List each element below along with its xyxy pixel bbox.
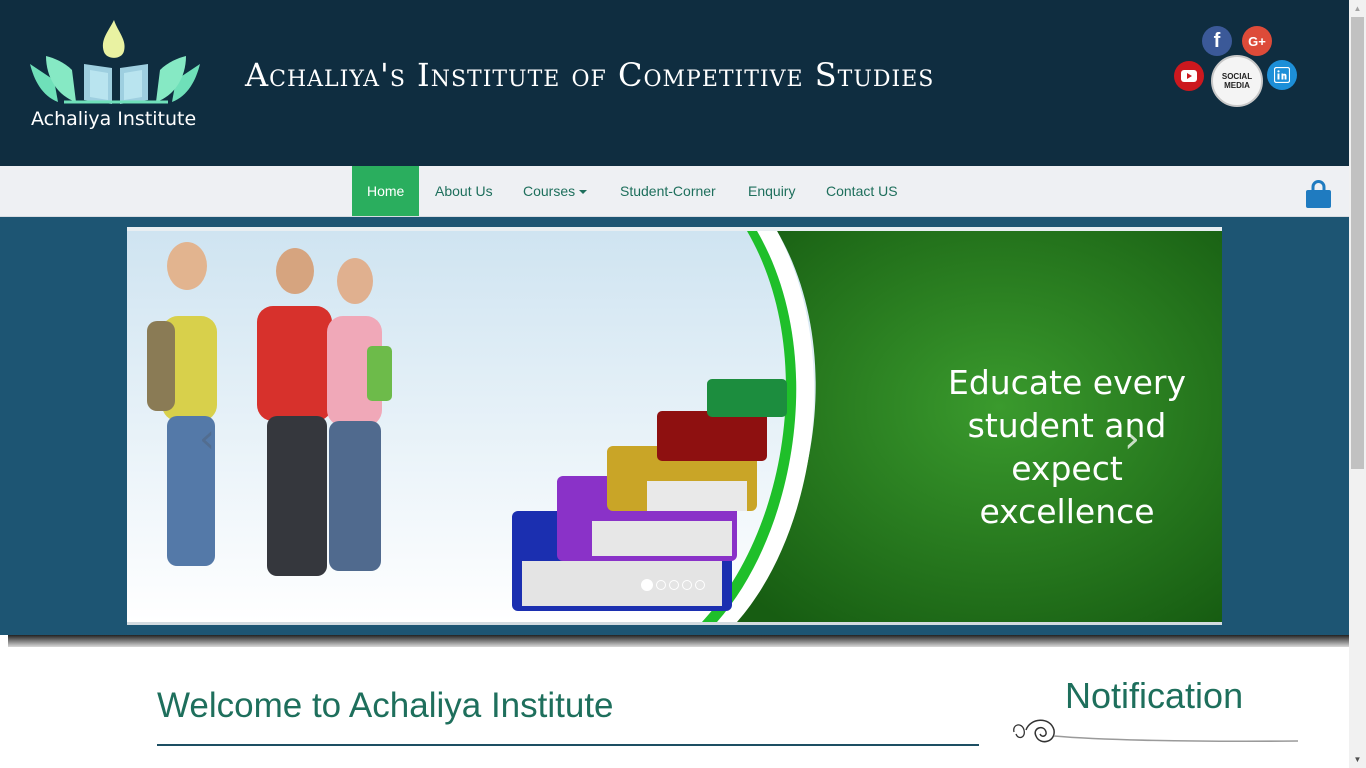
facebook-glyph: f	[1213, 29, 1221, 52]
caret-down-icon	[579, 190, 588, 195]
nav-courses-label: Courses	[523, 183, 576, 199]
scroll-down-icon[interactable]: ▼	[1349, 751, 1366, 768]
nav-contact-us[interactable]: Contact US	[826, 166, 898, 216]
notification-heading: Notification	[1065, 675, 1244, 716]
banner-shadow	[8, 635, 1349, 647]
site-title: Achaliya's Institute of Competitive Stud…	[245, 56, 935, 94]
nav-enquiry[interactable]: Enquiry	[748, 166, 795, 216]
welcome-divider	[157, 744, 979, 746]
nav-courses[interactable]: Courses	[523, 166, 588, 216]
slide-caption: Educate every student and expect excelle…	[947, 363, 1187, 531]
social-media-icon[interactable]: SOCIAL MEDIA	[1211, 55, 1263, 107]
logo-text: Achaliya Institute	[31, 108, 197, 130]
scroll-up-icon[interactable]: ▲	[1349, 0, 1366, 17]
welcome-heading: Welcome to Achaliya Institute	[157, 686, 614, 725]
carousel-dot-4[interactable]	[682, 580, 692, 590]
scrollbar-thumb[interactable]	[1351, 17, 1364, 469]
carousel-dot-2[interactable]	[656, 580, 666, 590]
carousel-dot-5[interactable]	[695, 580, 705, 590]
youtube-icon[interactable]	[1174, 61, 1204, 91]
linkedin-icon[interactable]	[1267, 60, 1297, 90]
social-media-line1: SOCIAL	[1221, 72, 1253, 81]
nav-about-us[interactable]: About Us	[435, 166, 493, 216]
swirl-ornament-icon	[1013, 719, 1299, 743]
carousel-slide[interactable]: Educate every student and expect excelle…	[127, 227, 1222, 625]
carousel-prev-icon[interactable]: ‹	[199, 416, 215, 462]
nav-student-corner[interactable]: Student-Corner	[620, 166, 716, 216]
main-nav: Home About Us Courses Student-Corner Enq…	[0, 166, 1349, 217]
cart-icon[interactable]	[1305, 180, 1332, 209]
carousel-dot-1[interactable]	[641, 579, 653, 591]
google-plus-glyph: G+	[1248, 33, 1266, 49]
google-plus-icon[interactable]: G+	[1242, 26, 1272, 56]
carousel-dot-3[interactable]	[669, 580, 679, 590]
carousel-next-icon[interactable]: ›	[1124, 416, 1140, 462]
nav-home[interactable]: Home	[352, 166, 420, 216]
carousel-indicators	[641, 579, 705, 591]
site-header: Achaliya Institute Achaliya's Institute …	[0, 0, 1349, 166]
social-media-line2: MEDIA	[1224, 81, 1250, 90]
facebook-icon[interactable]: f	[1202, 26, 1232, 56]
